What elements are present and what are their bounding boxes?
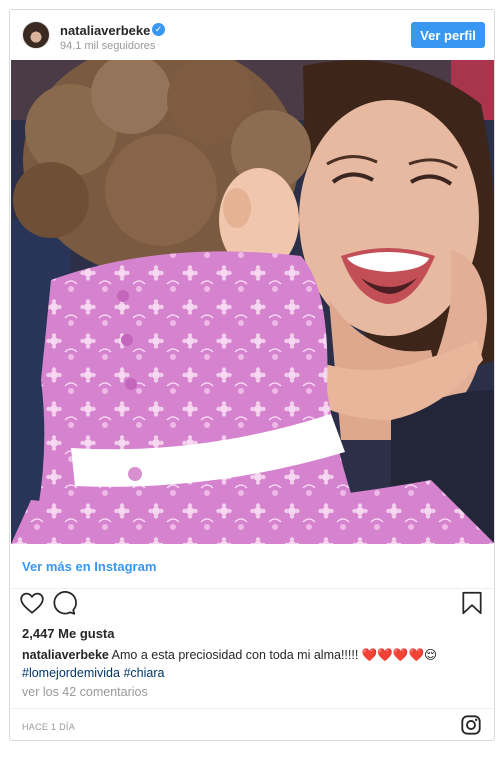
caption-username[interactable]: nataliaverbeke — [22, 648, 109, 662]
bookmark-icon[interactable] — [459, 590, 485, 616]
avatar[interactable] — [22, 21, 50, 49]
view-more-link[interactable]: Ver más en Instagram — [22, 559, 156, 574]
post-header: nataliaverbeke ✓ 94.1 mil seguidores Ver… — [10, 10, 494, 60]
hashtag-chiara[interactable]: #chiara — [123, 666, 164, 680]
verified-badge-icon: ✓ — [152, 23, 165, 36]
post-photo[interactable] — [11, 60, 494, 544]
post-actions — [10, 590, 494, 624]
username[interactable]: nataliaverbeke — [60, 23, 150, 38]
followers-count: 94.1 mil seguidores — [60, 40, 156, 52]
post-footer: Hace 1 día — [10, 708, 494, 740]
instagram-icon[interactable] — [460, 714, 482, 736]
heart-icon[interactable] — [19, 590, 45, 616]
caption-text: Amo a esta preciosidad con toda mi alma!… — [111, 648, 438, 662]
post-caption: nataliaverbeke Amo a esta preciosidad co… — [22, 646, 484, 682]
view-more-row: Ver más en Instagram — [10, 544, 494, 589]
view-comments-link[interactable]: ver los 42 comentarios — [22, 685, 148, 699]
hashtag-lomejordemivida[interactable]: #lomejordemivida — [22, 666, 120, 680]
instagram-embed-card: nataliaverbeke ✓ 94.1 mil seguidores Ver… — [9, 9, 495, 741]
likes-count[interactable]: 2,447 Me gusta — [22, 626, 115, 641]
comment-icon[interactable] — [51, 590, 77, 616]
view-profile-button[interactable]: Ver perfil — [411, 22, 485, 48]
post-timestamp[interactable]: Hace 1 día — [22, 722, 75, 732]
